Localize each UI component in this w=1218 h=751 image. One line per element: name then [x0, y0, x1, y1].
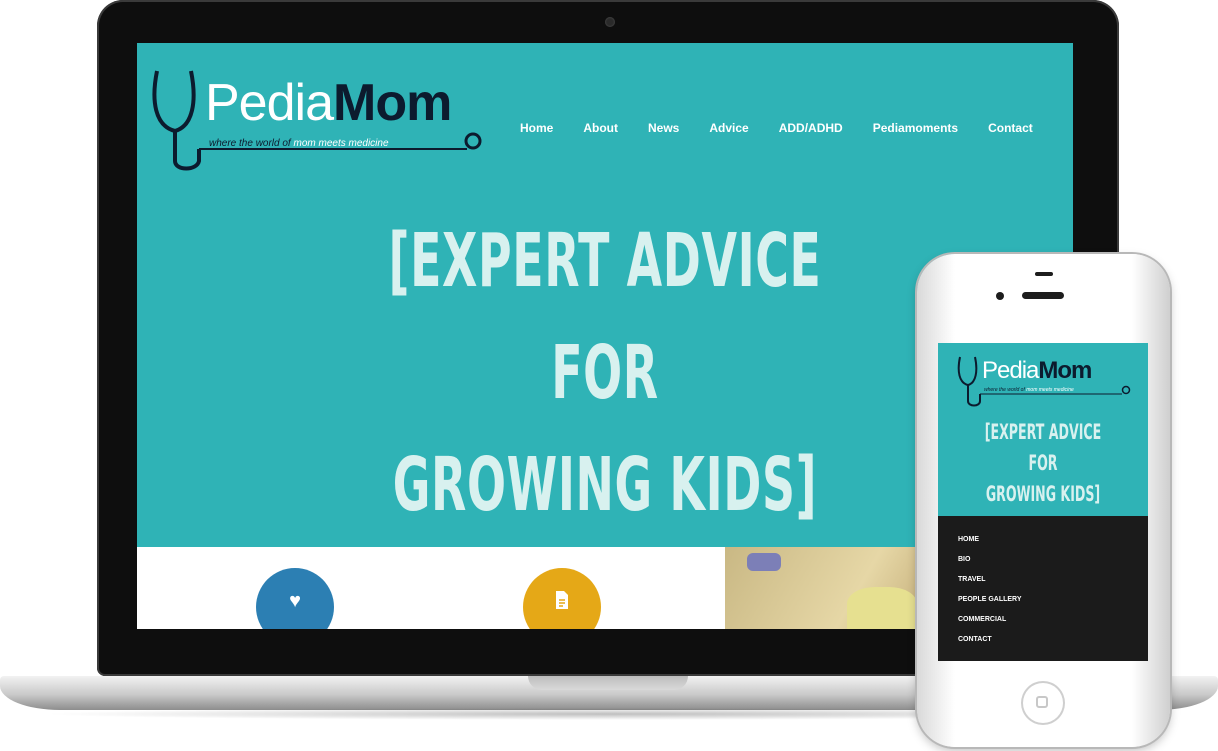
nav-pediamoments[interactable]: Pediamoments [873, 121, 958, 135]
tagline-text: where the world of [209, 138, 291, 149]
mobile-hero-headline: [EXPERT ADVICE FOR GROWING KIDS] [938, 417, 1148, 510]
mobile-hero-line-3: GROWING KIDS] [985, 482, 1101, 506]
nav-add-adhd[interactable]: ADD/ADHD [779, 121, 843, 135]
nav-home[interactable]: Home [520, 121, 553, 135]
laptop-camera [605, 17, 615, 27]
mobile-hero-line-2: FOR [1028, 451, 1058, 475]
tagline-highlight: mom meets medicine [293, 138, 389, 149]
site-logo[interactable]: PediaMom where the world of mom meets me… [147, 61, 487, 171]
hero-line-3: GROWING KIDS] [392, 442, 818, 528]
features-strip [137, 547, 725, 629]
laptop-notch [528, 676, 688, 690]
nav-advice[interactable]: Advice [709, 121, 748, 135]
mobile-menu-commercial[interactable]: COMMERCIAL [938, 610, 1148, 630]
logo-pedia: Pedia [205, 74, 334, 132]
heart-icon: ♥ [289, 590, 301, 612]
phone-top-slot [1035, 272, 1053, 276]
document-icon [556, 591, 568, 609]
mobile-logo-tagline: where the world of mom meets medicine [984, 387, 1074, 393]
logo-tagline: where the world of mom meets medicine [209, 138, 389, 149]
mobile-tagline-highlight: mom meets medicine [1026, 387, 1074, 393]
mobile-tagline-text: where the world of [984, 387, 1025, 393]
logo-mom: Mom [333, 74, 452, 132]
home-square-icon [1036, 696, 1048, 708]
mobile-hero-line-1: [EXPERT ADVICE [984, 420, 1102, 444]
mobile-logo-mom: Mom [1038, 357, 1092, 384]
phone-front-camera [996, 292, 1004, 300]
mobile-logo-wordmark: PediaMom [982, 357, 1092, 385]
mobile-menu-home[interactable]: HOME [938, 530, 1148, 550]
mobile-logo-pedia: Pedia [982, 357, 1039, 384]
mobile-menu: HOME BIO TRAVEL PEOPLE GALLERY COMMERCIA… [938, 516, 1148, 661]
mobile-menu-travel[interactable]: TRAVEL [938, 570, 1148, 590]
logo-wordmark: PediaMom [205, 73, 452, 133]
main-nav: Home About News Advice ADD/ADHD Pediamom… [520, 121, 1063, 135]
hero-line-1: [EXPERT ADVICE [388, 218, 822, 304]
nav-contact[interactable]: Contact [988, 121, 1033, 135]
nav-news[interactable]: News [648, 121, 679, 135]
phone-speaker [1022, 292, 1064, 299]
mobile-menu-people-gallery[interactable]: PEOPLE GALLERY [938, 590, 1148, 610]
phone-screen: PediaMom where the world of mom meets me… [938, 343, 1148, 661]
mobile-menu-bio[interactable]: BIO [938, 550, 1148, 570]
mobile-site-logo[interactable]: PediaMom where the world of mom meets me… [956, 353, 1146, 413]
mobile-menu-contact[interactable]: CONTACT [938, 630, 1148, 650]
nav-about[interactable]: About [583, 121, 618, 135]
hero-line-2: FOR [551, 330, 659, 416]
phone-home-button[interactable] [1021, 681, 1065, 725]
